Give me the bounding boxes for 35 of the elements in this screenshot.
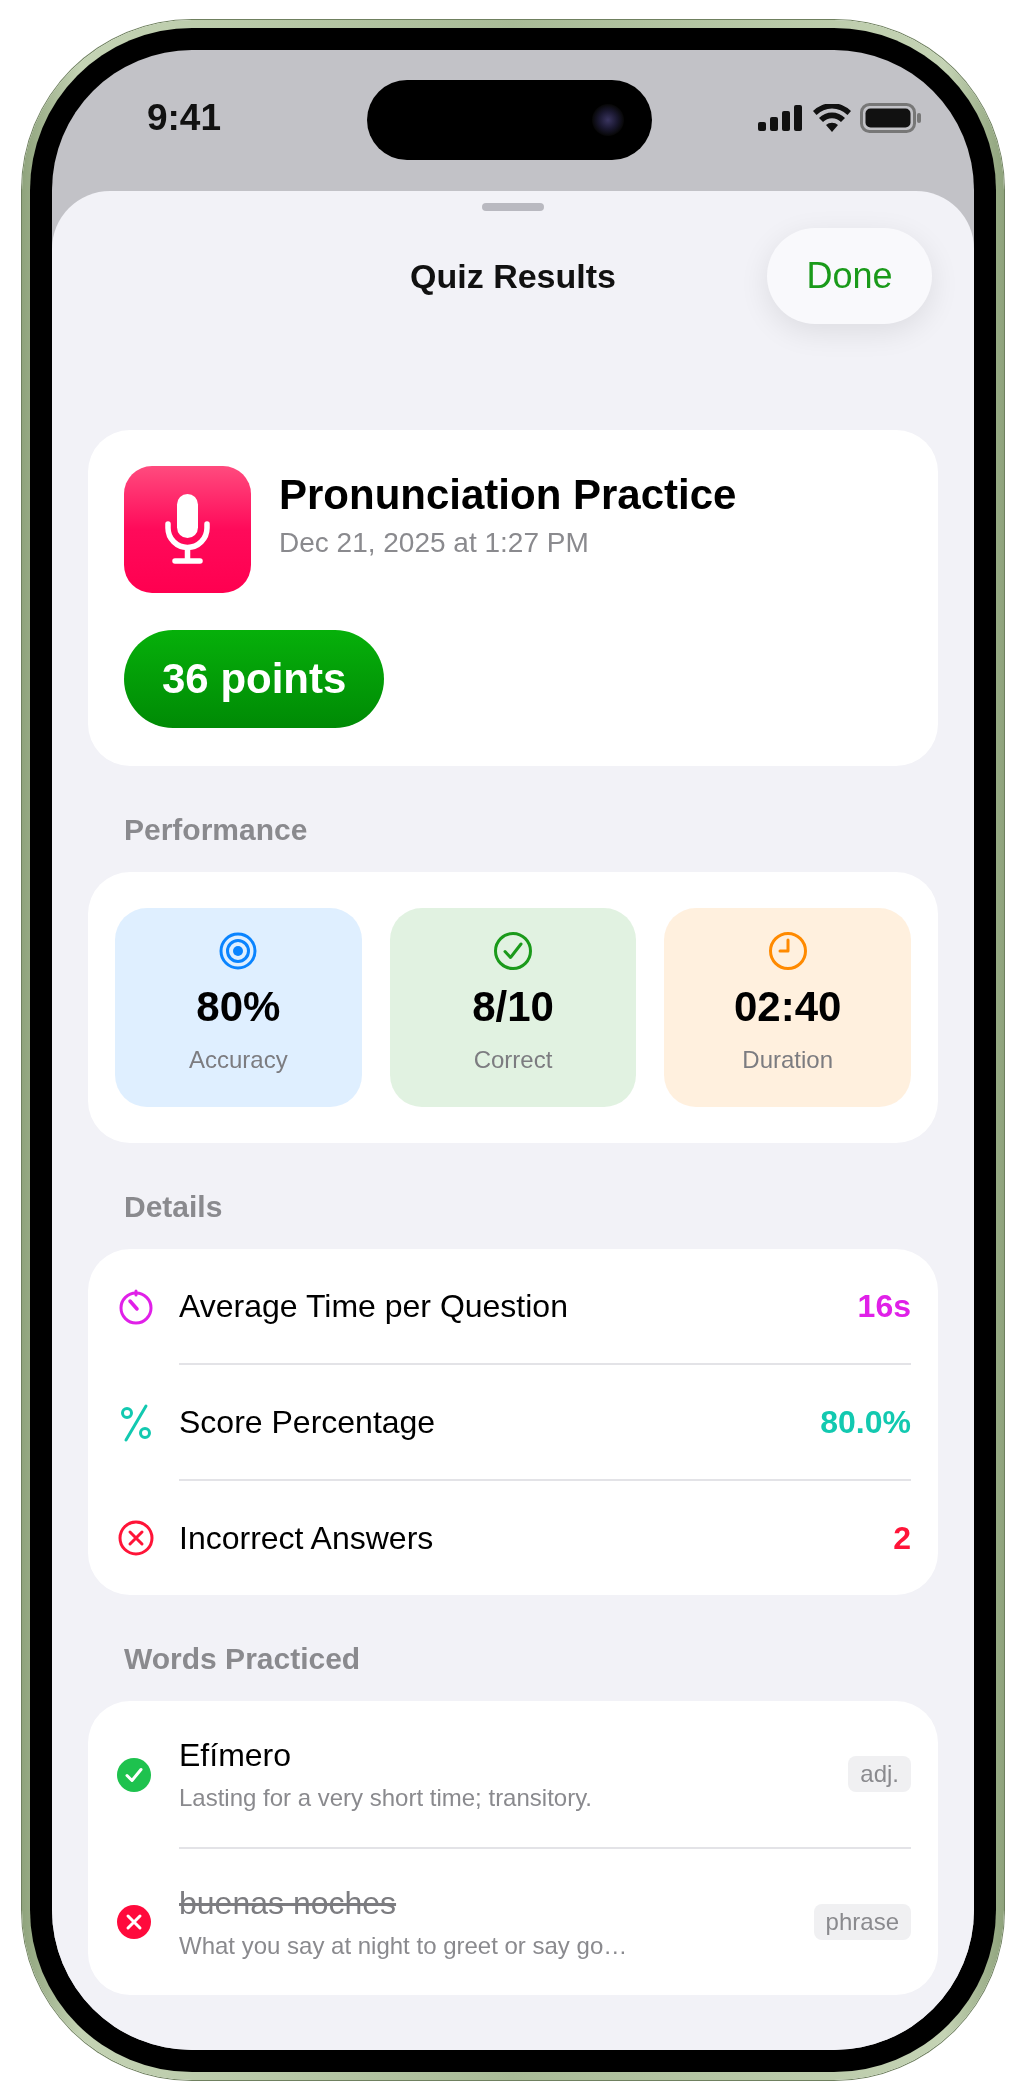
detail-label: Score Percentage bbox=[179, 1403, 436, 1441]
detail-value: 80.0% bbox=[820, 1403, 911, 1441]
section-header: Performance bbox=[123, 812, 309, 848]
word-type-tag: adj. bbox=[848, 1756, 911, 1792]
detail-value: 16s bbox=[857, 1287, 911, 1325]
battery-icon bbox=[860, 102, 922, 133]
quiz-date: Dec 21, 2025 at 1:27 PM bbox=[279, 526, 590, 559]
quiz-title: Pronunciation Practice bbox=[279, 470, 737, 519]
stat-value: 80% bbox=[196, 983, 281, 1031]
target-icon bbox=[218, 931, 259, 971]
checkmark-circle-icon bbox=[493, 931, 533, 971]
word-title: Efímero bbox=[179, 1736, 293, 1774]
wifi-icon bbox=[813, 103, 851, 132]
sheet-grabber[interactable] bbox=[482, 203, 544, 211]
microphone-app-icon bbox=[124, 466, 251, 593]
done-button[interactable]: Done bbox=[767, 228, 932, 324]
detail-label: Average Time per Question bbox=[179, 1287, 568, 1325]
word-definition: Lasting for a very short time; transitory. bbox=[179, 1783, 593, 1812]
detail-value: 2 bbox=[893, 1519, 911, 1557]
clock-icon bbox=[767, 931, 808, 971]
signal-icon bbox=[758, 104, 804, 131]
status-time: 9:41 bbox=[145, 96, 223, 139]
stat-value: 8/10 bbox=[472, 983, 554, 1031]
stat-label: Accuracy bbox=[189, 1046, 288, 1074]
section-header: Details bbox=[123, 1189, 224, 1225]
points-badge: 36 points bbox=[124, 630, 385, 728]
word-title: buenas noches bbox=[179, 1884, 398, 1922]
stat-label: Duration bbox=[742, 1046, 834, 1074]
detail-label: Incorrect Answers bbox=[179, 1519, 434, 1557]
word-definition: What you say at night to greet or say go… bbox=[179, 1931, 628, 1960]
section-header: Words Practiced bbox=[123, 1641, 362, 1677]
sheet-title: Quiz Results bbox=[410, 256, 616, 296]
stat-label: Correct bbox=[473, 1046, 553, 1074]
stat-value: 02:40 bbox=[733, 983, 842, 1031]
word-type-tag: phrase bbox=[813, 1904, 911, 1940]
